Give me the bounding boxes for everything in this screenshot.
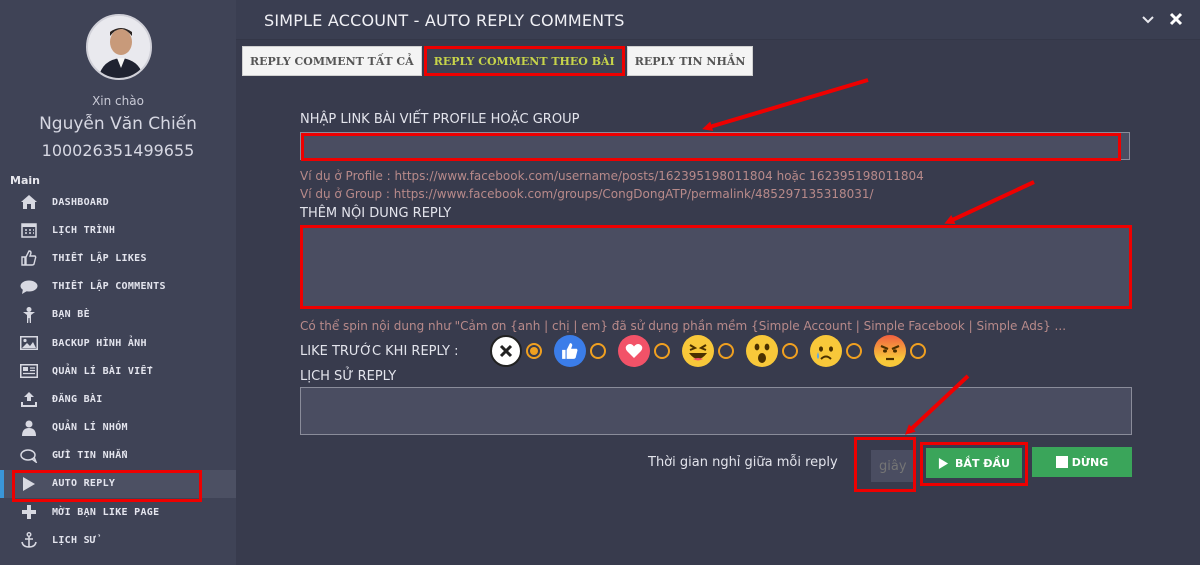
window-title: SIMPLE ACCOUNT - AUTO REPLY COMMENTS <box>264 11 625 30</box>
reply-history-label: LỊCH SỬ REPLY <box>300 369 397 384</box>
sidebar-item-label: LỊCH TRÌNH <box>52 224 116 236</box>
chevron-down-icon[interactable] <box>1140 12 1156 28</box>
user-id: 100026351499655 <box>41 141 195 160</box>
sidebar-item-label: LỊCH SỬ <box>52 534 97 546</box>
delay-label: Thời gian nghỉ giữa mỗi reply <box>648 455 838 470</box>
calendar-icon <box>18 220 40 240</box>
sidebar-item-label: BẠN BÈ <box>52 309 90 321</box>
haha-reaction-icon <box>682 335 714 367</box>
sidebar-item-post[interactable]: ĐĂNG BÀI <box>0 385 236 413</box>
user-name: Nguyễn Văn Chiến <box>39 114 197 134</box>
home-icon <box>18 192 40 212</box>
sidebar-item-label: THIẾT LẬP COMMENTS <box>52 281 166 293</box>
reaction-option-wow[interactable] <box>746 335 798 367</box>
sidebar-item-history[interactable]: LỊCH SỬ <box>0 526 236 554</box>
sidebar-item-likes[interactable]: THIẾT LẬP LIKES <box>0 244 236 272</box>
sidebar-item-schedule[interactable]: LỊCH TRÌNH <box>0 216 236 244</box>
sidebar-item-label: QUẢN LÍ BÀI VIẾT <box>52 365 154 377</box>
hint-group: Ví dụ ở Group : https://www.facebook.com… <box>300 187 874 201</box>
angry-reaction-icon <box>874 335 906 367</box>
reaction-radio[interactable] <box>526 343 542 359</box>
sidebar-item-label: ĐĂNG BÀI <box>52 393 103 405</box>
sidebar-item-label: QUẢN LÍ NHÓM <box>52 422 128 434</box>
person-icon <box>18 305 40 325</box>
like-reaction-icon <box>554 335 586 367</box>
reaction-option-love[interactable] <box>618 335 670 367</box>
user-icon <box>18 418 40 438</box>
reaction-radio[interactable] <box>910 343 926 359</box>
tab-reply-messages[interactable]: REPLY TIN NHẮN <box>626 46 754 76</box>
sidebar-item-backup-images[interactable]: BACKUP HÌNH ẢNH <box>0 329 236 357</box>
stop-button-label: DỪNG <box>1071 455 1109 469</box>
reaction-radio[interactable] <box>782 343 798 359</box>
reaction-option-angry[interactable] <box>874 335 926 367</box>
main-panel: SIMPLE ACCOUNT - AUTO REPLY COMMENTS REP… <box>236 0 1200 565</box>
sidebar-menu: DASHBOARD LỊCH TRÌNH THIẾT LẬP LIKES THI… <box>0 188 236 554</box>
sidebar-item-label: THIẾT LẬP LIKES <box>52 252 147 264</box>
sidebar-item-label: MỜI BẠN LIKE PAGE <box>52 506 160 518</box>
reaction-option-like[interactable] <box>554 335 606 367</box>
stop-button[interactable]: DỪNG <box>1032 447 1132 477</box>
sidebar-item-manage-groups[interactable]: QUẢN LÍ NHÓM <box>0 414 236 442</box>
sidebar-item-manage-posts[interactable]: QUẢN LÍ BÀI VIẾT <box>0 357 236 385</box>
hint-profile: Ví dụ ở Profile : https://www.facebook.c… <box>300 169 924 183</box>
reaction-radio[interactable] <box>654 343 670 359</box>
like-before-reply-label: LIKE TRƯỚC KHI REPLY : <box>300 344 459 359</box>
plus-icon <box>18 502 40 522</box>
tab-reply-all[interactable]: REPLY COMMENT TẤT CẢ <box>242 46 422 76</box>
spin-hint: Có thể spin nội dung như "Cảm ơn {anh | … <box>300 319 1067 333</box>
start-button[interactable]: BẮT ĐẦU <box>926 448 1022 478</box>
thumbs-up-icon <box>18 248 40 268</box>
title-bar: SIMPLE ACCOUNT - AUTO REPLY COMMENTS <box>236 0 1200 40</box>
stop-icon <box>1055 456 1068 468</box>
close-icon[interactable] <box>1168 11 1184 27</box>
newspaper-icon <box>18 361 40 381</box>
reaction-radio[interactable] <box>718 343 734 359</box>
sad-reaction-icon <box>810 335 842 367</box>
reaction-option-none[interactable] <box>490 335 542 367</box>
start-button-label: BẮT ĐẦU <box>955 456 1010 470</box>
sidebar-item-dashboard[interactable]: DASHBOARD <box>0 188 236 216</box>
reaction-options <box>490 335 938 367</box>
sidebar-item-friends[interactable]: BẠN BÈ <box>0 301 236 329</box>
sidebar-item-send-message[interactable]: GỬI TIN NHẮN <box>0 442 236 470</box>
highlight-delay-input <box>854 437 916 492</box>
play-icon <box>18 474 40 494</box>
sidebar-item-label: DASHBOARD <box>52 196 109 208</box>
reply-content-textarea[interactable] <box>300 225 1132 309</box>
delay-input[interactable] <box>871 450 913 482</box>
x-circle-icon <box>490 335 522 367</box>
link-label: NHẬP LINK BÀI VIẾT PROFILE HOẶC GROUP <box>300 112 580 127</box>
comment-icon <box>18 277 40 297</box>
highlight-start-button: BẮT ĐẦU <box>920 442 1028 486</box>
tab-bar: REPLY COMMENT TẤT CẢ REPLY COMMENT THEO … <box>242 46 755 76</box>
love-reaction-icon <box>618 335 650 367</box>
section-title: Main <box>10 174 40 187</box>
play-icon <box>938 457 949 469</box>
tab-reply-by-post[interactable]: REPLY COMMENT THEO BÀI <box>423 46 625 76</box>
sidebar-item-label: AUTO REPLY <box>52 478 116 490</box>
sidebar-item-label: GỬI TIN NHẮN <box>52 450 128 462</box>
wow-reaction-icon <box>746 335 778 367</box>
avatar[interactable] <box>86 14 152 80</box>
anchor-icon <box>18 530 40 550</box>
reply-content-label: THÊM NỘI DUNG REPLY <box>300 206 452 221</box>
reaction-option-sad[interactable] <box>810 335 862 367</box>
sidebar: Xin chào Nguyễn Văn Chiến 10002635149965… <box>0 0 236 565</box>
sidebar-item-auto-reply[interactable]: AUTO REPLY <box>0 469 236 499</box>
chat-icon <box>18 446 40 466</box>
sidebar-item-invite-like-page[interactable]: MỜI BẠN LIKE PAGE <box>0 498 236 526</box>
avatar-image <box>88 16 150 78</box>
reply-history-box[interactable] <box>300 387 1132 435</box>
post-link-input[interactable] <box>300 132 1130 161</box>
sidebar-item-comments[interactable]: THIẾT LẬP COMMENTS <box>0 273 236 301</box>
greeting-text: Xin chào <box>92 94 144 108</box>
reaction-radio[interactable] <box>846 343 862 359</box>
sidebar-item-label: BACKUP HÌNH ẢNH <box>52 337 147 349</box>
highlight-link-input <box>301 133 1121 161</box>
reaction-radio[interactable] <box>590 343 606 359</box>
reaction-option-haha[interactable] <box>682 335 734 367</box>
upload-icon <box>18 389 40 409</box>
image-icon <box>18 333 40 353</box>
